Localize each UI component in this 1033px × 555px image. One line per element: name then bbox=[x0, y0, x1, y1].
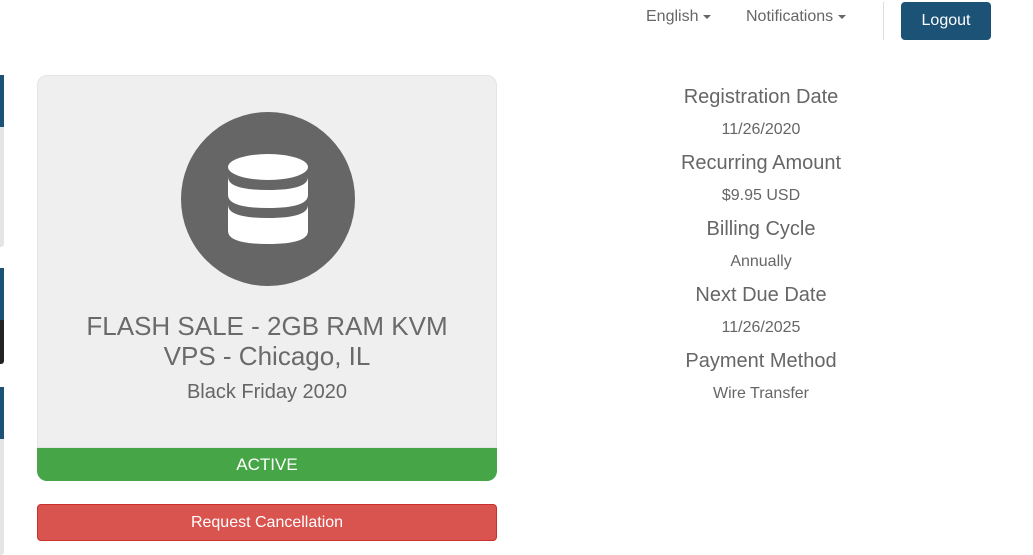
recurring-amount-label: Recurring Amount bbox=[680, 152, 842, 174]
billing-details: Registration Date 11/26/2020 Recurring A… bbox=[611, 84, 911, 414]
next-due-date-value: 11/26/2025 bbox=[721, 319, 801, 336]
caret-down-icon bbox=[838, 14, 847, 19]
product-title: FLASH SALE - 2GB RAM KVM VPS - Chicago, … bbox=[86, 311, 448, 371]
sidebar-panel-header-edge bbox=[0, 268, 4, 320]
sidebar-panel-header-edge bbox=[0, 387, 4, 439]
logout-button[interactable]: Logout bbox=[901, 2, 991, 40]
product-details-page: English Notifications Logout FLASH SALE … bbox=[0, 0, 1033, 555]
sidebar-panel-edge bbox=[0, 75, 4, 247]
sidebar-panel-edge bbox=[0, 387, 4, 555]
database-icon bbox=[228, 154, 308, 244]
top-navbar: English Notifications Logout bbox=[0, 0, 1033, 40]
product-icon-circle bbox=[181, 112, 355, 286]
sidebar-panel-edge bbox=[0, 268, 4, 364]
registration-date-value: 11/26/2020 bbox=[721, 121, 801, 138]
payment-method-value: Wire Transfer bbox=[712, 385, 809, 402]
billing-cycle-label: Billing Cycle bbox=[706, 218, 816, 240]
language-dropdown[interactable]: English bbox=[646, 8, 712, 26]
caret-down-icon bbox=[703, 14, 712, 19]
status-badge: ACTIVE bbox=[37, 448, 497, 481]
nav-divider bbox=[883, 2, 884, 40]
payment-method-label: Payment Method bbox=[685, 350, 837, 372]
sidebar-panel-header-edge bbox=[0, 75, 4, 127]
product-group-name: Black Friday 2020 bbox=[186, 381, 348, 403]
next-due-date-label: Next Due Date bbox=[695, 284, 827, 306]
notifications-dropdown[interactable]: Notifications bbox=[746, 8, 847, 26]
product-card: FLASH SALE - 2GB RAM KVM VPS - Chicago, … bbox=[37, 75, 497, 448]
billing-cycle-value: Annually bbox=[730, 253, 792, 270]
recurring-amount-value: $9.95 USD bbox=[721, 187, 801, 204]
registration-date-label: Registration Date bbox=[683, 86, 839, 108]
language-label: English bbox=[646, 8, 699, 25]
request-cancellation-button[interactable]: Request Cancellation bbox=[37, 504, 497, 541]
notifications-label: Notifications bbox=[746, 8, 834, 25]
